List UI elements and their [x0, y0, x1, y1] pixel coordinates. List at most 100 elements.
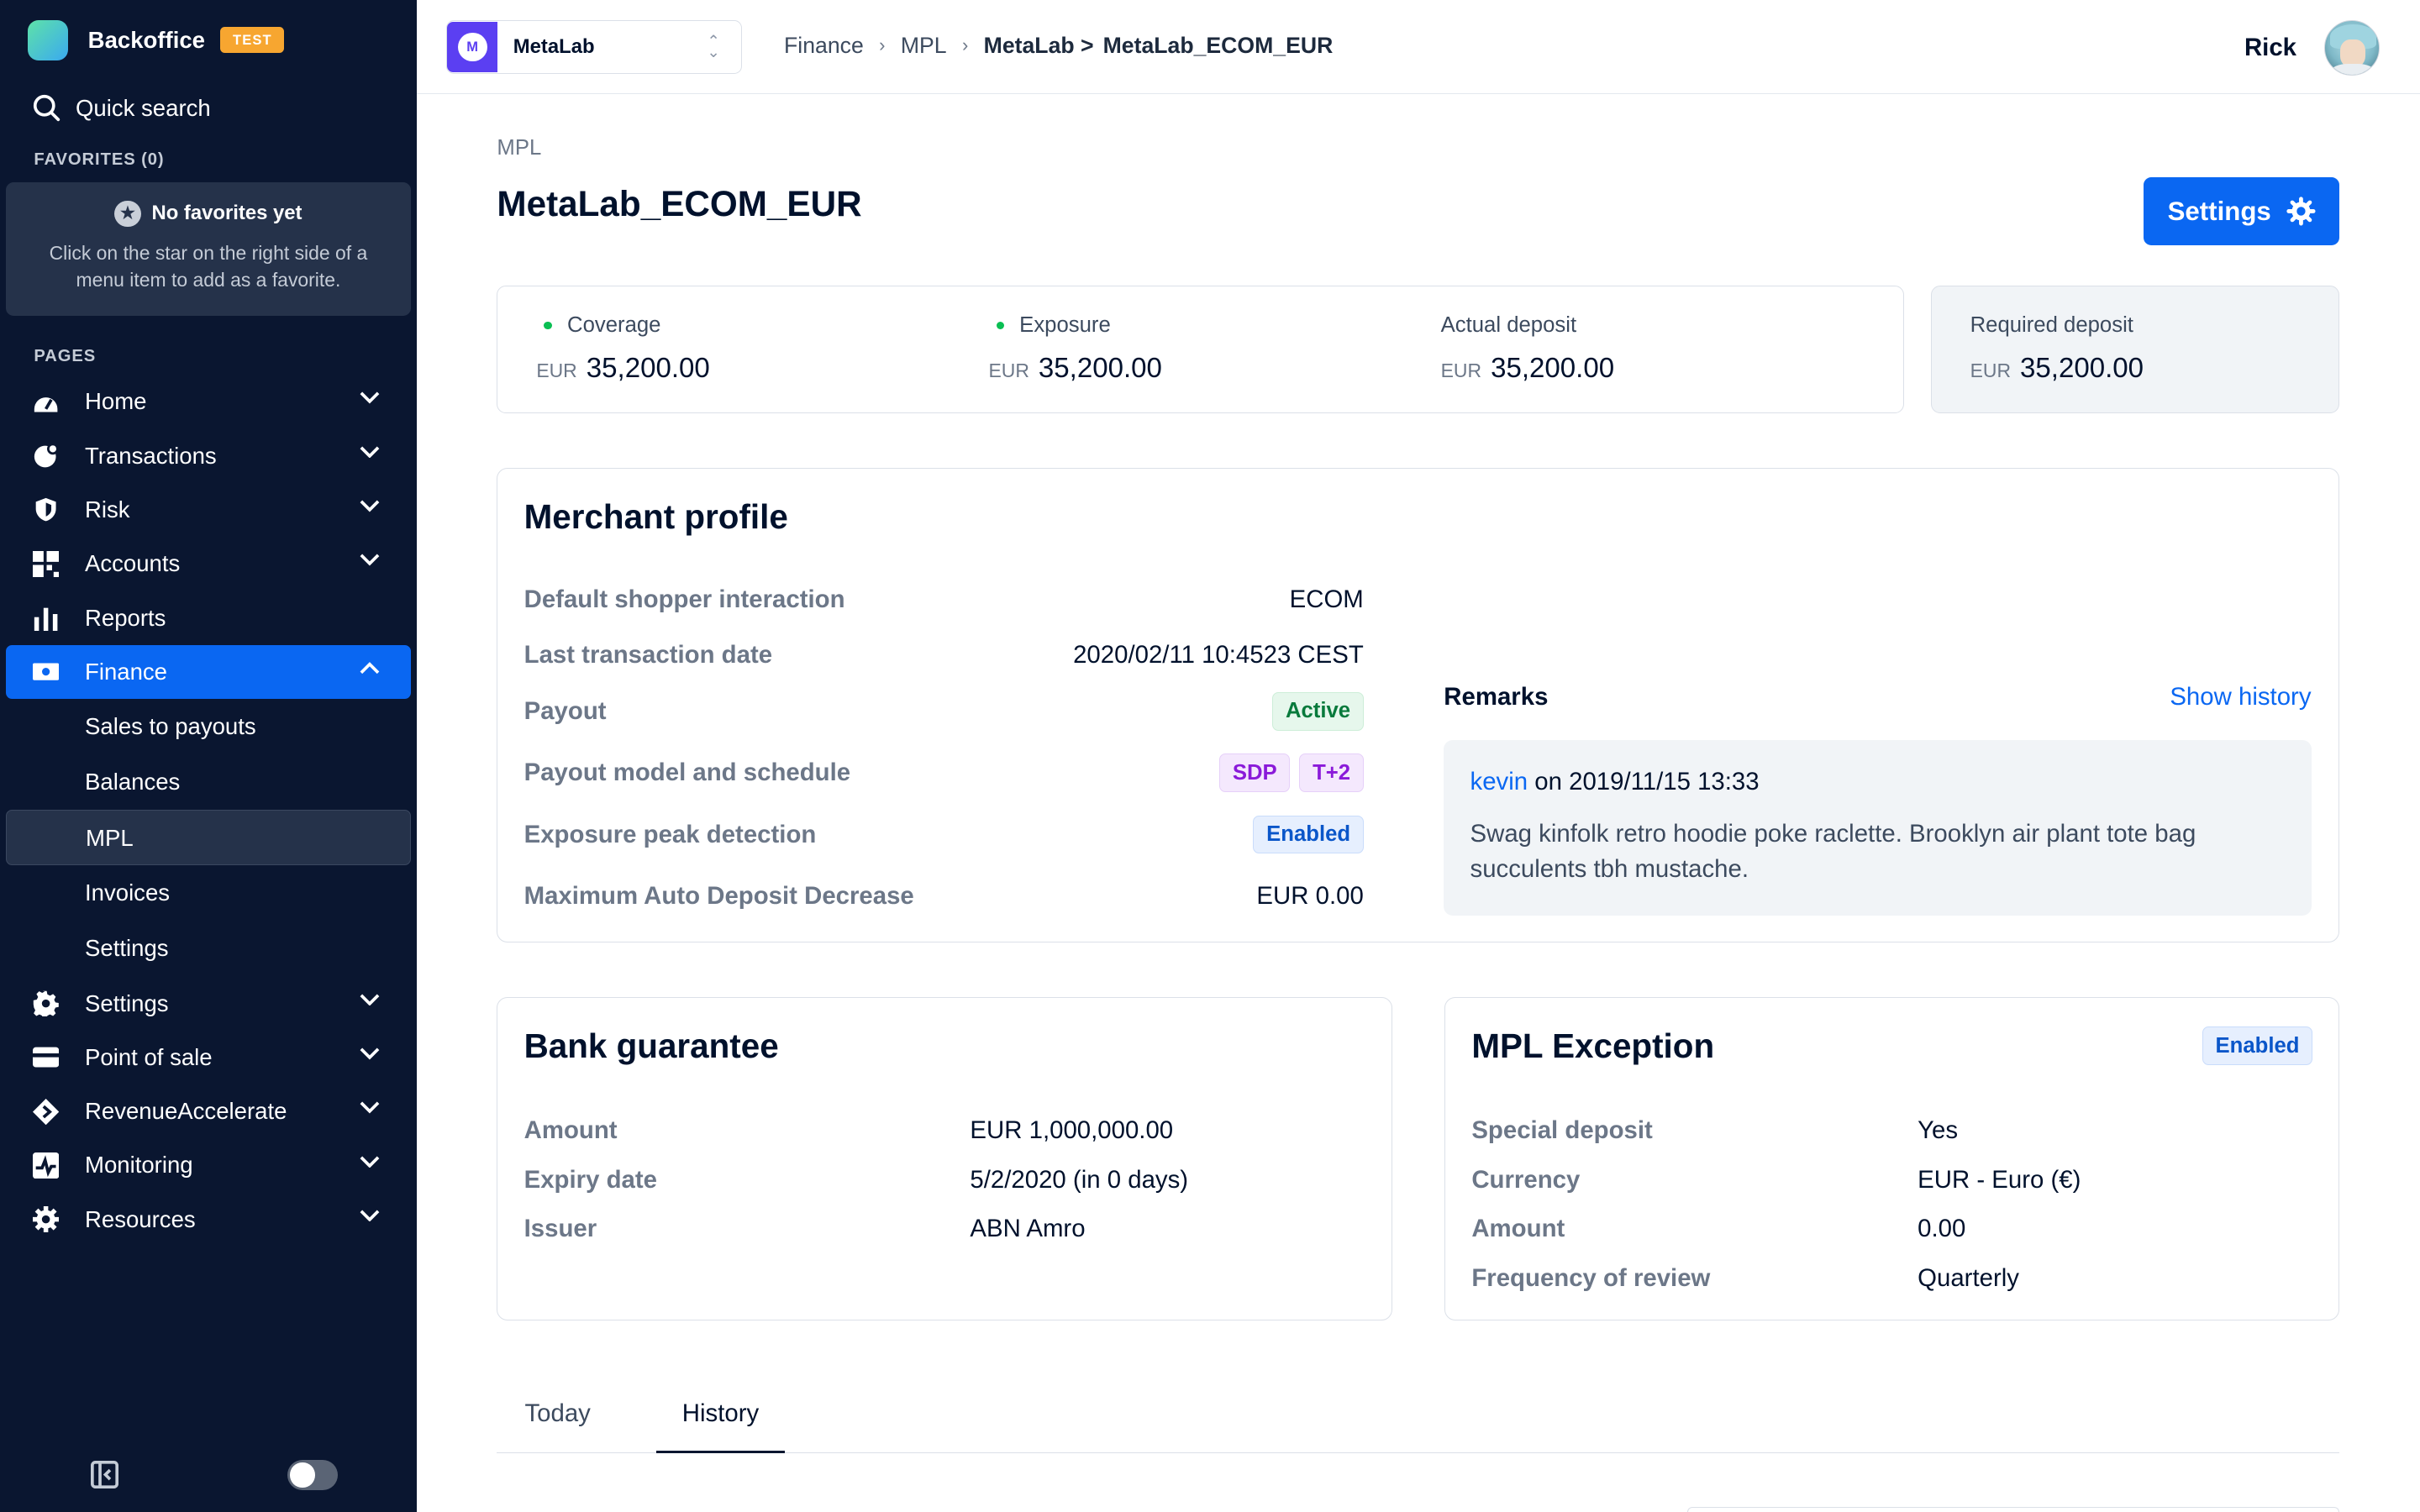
main-area: M MetaLab ⌃ ⌄ Finance › MPL › MetaLab > M… — [416, 0, 2420, 1512]
nav-item-finance[interactable]: Finance — [6, 644, 411, 699]
nav-sub-balances[interactable]: Balances — [6, 754, 410, 810]
breadcrumb: Finance › MPL › MetaLab > MetaLab_ECOM_E… — [784, 33, 1333, 59]
required-deposit-card: Required deposit EUR 35,200.00 — [1930, 285, 2340, 414]
nav-item-point-of-sale[interactable]: Point of sale — [6, 1031, 410, 1084]
nav-item-monitoring[interactable]: Monitoring — [6, 1138, 410, 1192]
panel-edge — [1686, 1507, 2340, 1512]
chevron-down-icon — [360, 1047, 380, 1060]
search-icon — [33, 94, 60, 122]
quick-search[interactable]: Quick search — [0, 81, 417, 136]
banknote-icon — [32, 659, 59, 685]
breadcrumb-mpl[interactable]: MPL — [901, 33, 947, 59]
nav-label: Risk — [85, 496, 130, 522]
topbar: M MetaLab ⌃ ⌄ Finance › MPL › MetaLab > M… — [416, 0, 2420, 95]
bg-row-issuer: Issuer ABN Amro — [523, 1215, 1086, 1243]
nav-sub-settings[interactable]: Settings — [6, 921, 410, 976]
mx-row-frequency: Frequency of review Quarterly — [1471, 1264, 2019, 1293]
nav-sub-mpl[interactable]: MPL — [6, 810, 411, 866]
favorites-empty-desc: Click on the star on the right side of a… — [49, 242, 368, 291]
nav-item-revenue-accelerate[interactable]: RevenueAccelerate — [6, 1084, 410, 1138]
brand[interactable]: Backoffice TEST — [0, 0, 417, 81]
chevron-down-icon — [360, 994, 380, 1006]
nav-label: Point of sale — [85, 1043, 213, 1070]
sidebar: Backoffice TEST Quick search FAVORITES (… — [0, 0, 417, 1512]
mp-row-payout-model: Payout model and schedule SDP T+2 — [524, 753, 1364, 792]
chevron-down-icon — [360, 1210, 380, 1222]
stat-label: Exposure — [1019, 313, 1111, 338]
nav-label: Finance — [85, 658, 168, 685]
remark-timestamp: on 2019/11/15 13:33 — [1534, 767, 1760, 795]
status-dot — [996, 322, 1004, 330]
status-badge: Enabled — [1253, 815, 1364, 854]
bg-row-expiry: Expiry date 5/2/2020 (in 0 days) — [523, 1165, 1189, 1194]
stat-amount: 35,200.00 — [1491, 352, 1615, 384]
account-selector[interactable]: M MetaLab ⌃ ⌄ — [445, 19, 743, 75]
favorites-empty-box: ★ No favorites yet Click on the star on … — [6, 181, 411, 317]
mp-row-exposure-peak: Exposure peak detection Enabled — [524, 815, 1364, 854]
chevron-down-icon — [360, 1156, 380, 1168]
gear-icon — [2286, 197, 2316, 226]
stat-currency: EUR — [536, 359, 577, 381]
quick-search-label: Quick search — [75, 94, 211, 121]
monitor-icon — [32, 1152, 59, 1179]
bank-guarantee-card: Bank guarantee Amount EUR 1,000,000.00 Ex… — [497, 996, 1392, 1321]
nav-item-resources[interactable]: Resources — [6, 1193, 410, 1247]
status-badge: Active — [1272, 691, 1364, 731]
nav-item-home[interactable]: Home — [6, 375, 410, 428]
show-history-link[interactable]: Show history — [2170, 683, 2311, 711]
chevron-right-icon: › — [961, 34, 969, 56]
mpl-exception-title: MPL Exception — [1471, 1026, 1715, 1066]
nav-sub-invoices[interactable]: Invoices — [6, 865, 410, 921]
chevron-down-icon — [360, 1101, 380, 1114]
nav-label: Reports — [85, 604, 166, 631]
settings-button[interactable]: Settings — [2144, 177, 2340, 246]
tab-history[interactable]: History — [655, 1399, 786, 1454]
account-logo: M — [446, 21, 498, 73]
stat-label: Coverage — [567, 313, 661, 338]
user-name: Rick — [2244, 33, 2297, 61]
page-content: MPL MetaLab_ECOM_EUR Settings Coverage E… — [497, 94, 2340, 1512]
gear-icon — [33, 990, 59, 1017]
toggle-knob — [290, 1462, 315, 1488]
remark-text: Swag kinfolk retro hoodie poke raclette.… — [1470, 819, 2196, 883]
settings-button-label: Settings — [2167, 196, 2271, 226]
stat-label: Required deposit — [1970, 313, 2133, 338]
nav-item-risk[interactable]: Risk — [6, 483, 410, 537]
shield-icon — [33, 496, 59, 522]
remark-author-link[interactable]: kevin — [1470, 768, 1528, 795]
mp-row-last-transaction: Last transaction date 2020/02/11 10:4523… — [523, 641, 1364, 669]
breadcrumb-current: MetaLab_ECOM_EUR — [1102, 32, 1334, 58]
pages-title: PAGES — [34, 346, 97, 365]
merchant-profile-title: Merchant profile — [523, 497, 788, 537]
chevron-up-icon — [360, 662, 380, 674]
nav-item-settings[interactable]: Settings — [6, 976, 410, 1030]
mx-row-special-deposit: Special deposit Yes — [1471, 1116, 1959, 1144]
chevron-down-icon — [360, 500, 380, 512]
payout-model-tag: SDP — [1219, 753, 1291, 792]
nav-sub-sales-to-payouts[interactable]: Sales to payouts — [6, 699, 410, 754]
nav-item-transactions[interactable]: Transactions — [6, 429, 410, 483]
avatar[interactable] — [2324, 19, 2381, 76]
stat-exposure: Exposure EUR 35,200.00 — [988, 312, 1161, 385]
stats-row: Coverage EUR 35,200.00 Exposure EUR 35,200… — [497, 285, 2340, 414]
account-name: MetaLab — [513, 35, 595, 59]
nav-item-reports[interactable]: Reports — [6, 591, 410, 644]
balance-stats-card: Coverage EUR 35,200.00 Exposure EUR 35,200… — [497, 285, 1905, 414]
nav-item-accounts[interactable]: Accounts — [6, 537, 410, 591]
tab-bar: Today History — [497, 1359, 2340, 1454]
remarks-title: Remarks — [1444, 682, 1549, 711]
gauge-icon — [33, 389, 59, 415]
collapse-sidebar-icon[interactable] — [91, 1461, 119, 1489]
payout-schedule-tag: T+2 — [1299, 753, 1364, 792]
favorites-title: FAVORITES (0) — [34, 150, 165, 170]
card-icon — [32, 1044, 59, 1070]
nav-label: Transactions — [85, 442, 217, 469]
user-menu[interactable]: Rick — [2244, 19, 2381, 76]
breadcrumb-account[interactable]: MetaLab > — [984, 33, 1094, 59]
theme-toggle[interactable] — [287, 1459, 339, 1491]
chevron-down-icon — [360, 391, 380, 404]
tab-today[interactable]: Today — [523, 1399, 592, 1453]
favorites-empty-title: No favorites yet — [151, 202, 302, 225]
stat-required-deposit: Required deposit EUR 35,200.00 — [1970, 312, 2144, 385]
breadcrumb-finance[interactable]: Finance — [784, 33, 864, 59]
